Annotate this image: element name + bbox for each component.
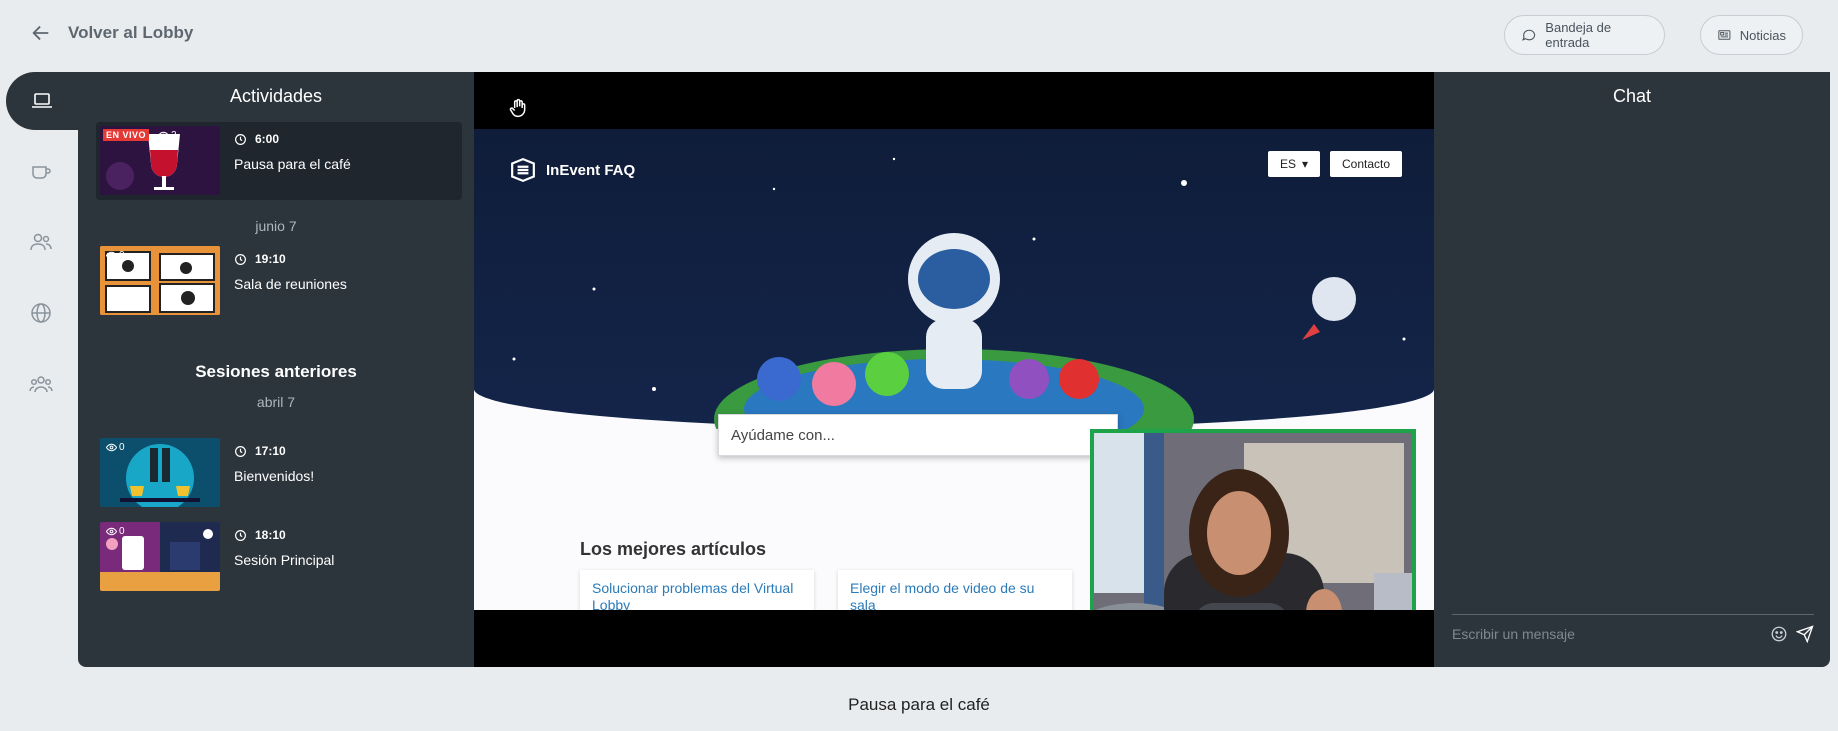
activity-time: 18:10 [234,528,286,542]
viewer-count: 0 [106,526,125,537]
eye-icon [106,251,117,260]
clock-icon [235,445,246,457]
top-bar: Volver al Lobby Bandeja de entrada Notic… [0,0,1838,72]
chat-input-bar [1452,614,1814,652]
chat-message-input[interactable] [1452,625,1752,642]
activity-item-meeting-room[interactable]: 0 19:10 Sala de reuniones [96,242,462,320]
activity-name: Bienvenidos! [234,468,315,484]
faq-hero-banner: InEvent FAQ ES ▾ Contacto [474,129,1434,489]
rail-item-groups[interactable] [28,371,54,397]
raise-hand-icon[interactable] [508,98,528,118]
activity-item-current[interactable]: EN VIVO 2 6:00 Pausa para el café [96,122,462,200]
activity-time: 6:00 [234,132,279,146]
activity-thumbnail: 0 [100,522,220,591]
clock-icon [235,133,246,145]
chat-title: Chat [1612,86,1652,106]
activities-panel: Actividades EN VIVO 2 6:00 Pausa para el… [78,72,474,667]
live-badge: EN VIVO [103,129,150,141]
activity-item-main-session[interactable]: 0 18:10 Sesión Principal [96,518,462,596]
back-label: Volver al Lobby [68,23,194,42]
shared-screen: InEvent FAQ ES ▾ Contacto Ayúdame con...… [474,129,1434,610]
webcam-feed [1090,429,1416,610]
chat-actions [1770,624,1814,643]
globe-icon [31,303,51,323]
newspaper-icon [1718,30,1731,40]
clock-icon [235,253,246,265]
laptop-icon [32,93,52,108]
activity-name: Sala de reuniones [234,276,347,292]
chat-bubble-icon [1522,29,1536,41]
activity-name: Sesión Principal [234,552,335,568]
eye-icon [106,527,117,536]
current-activity-title: Pausa para el café [848,695,990,714]
news-button[interactable]: Noticias [1700,15,1803,55]
eye-icon [106,443,117,452]
video-player[interactable]: InEvent FAQ ES ▾ Contacto Ayúdame con...… [474,72,1434,667]
caret-down-icon: ▾ [1302,157,1309,171]
past-date: abril 7 [256,394,296,410]
users-icon [30,233,52,251]
activity-thumbnail: EN VIVO 2 [100,126,220,195]
article-card[interactable]: Elegir el modo de video de su sala [838,570,1072,610]
viewer-count: 0 [106,442,125,453]
viewer-count: 2 [158,130,177,141]
emoji-icon[interactable] [1770,625,1788,643]
activity-name: Pausa para el café [234,156,351,172]
inevent-logo-icon [511,157,535,183]
past-sessions-title: Sesiones anteriores [195,362,357,381]
viewer-count: 0 [106,250,125,261]
group-icon [29,376,53,393]
rail-item-people[interactable] [28,229,54,255]
activity-time: 17:10 [234,444,286,458]
inbox-button[interactable]: Bandeja de entrada [1504,15,1665,55]
activities-title: Actividades [229,86,323,106]
main-panel: Actividades EN VIVO 2 6:00 Pausa para el… [78,72,1830,667]
inbox-label: Bandeja de entrada [1545,20,1612,50]
back-to-lobby-link[interactable]: Volver al Lobby [30,22,193,44]
upcoming-date: junio 7 [255,218,297,234]
news-label: Noticias [1739,27,1786,43]
activity-item-welcome[interactable]: 0 17:10 Bienvenidos! [96,434,462,512]
best-articles-title: Los mejores artículos [580,539,767,559]
faq-search-input[interactable]: Ayúdame con... [718,414,1118,456]
rail-item-globe[interactable] [28,300,54,326]
inevent-logo[interactable]: InEvent FAQ [510,157,635,183]
send-icon[interactable] [1796,624,1814,643]
activity-time: 19:10 [234,252,286,266]
coffee-icon [32,166,51,179]
contact-button[interactable]: Contacto [1330,151,1403,177]
language-dropdown[interactable]: ES ▾ [1268,151,1321,177]
activity-thumbnail: 0 [100,438,220,507]
webcam-image [1094,433,1412,610]
icon-rail [0,72,96,667]
clock-icon [235,529,246,541]
rail-item-coffee[interactable] [28,158,54,184]
chat-panel: Chat [1434,72,1830,667]
arrow-left-icon [32,25,49,41]
eye-icon [158,131,169,140]
activity-thumbnail: 0 [100,246,220,315]
article-card[interactable]: Solucionar problemas del Virtual Lobby [580,570,814,610]
